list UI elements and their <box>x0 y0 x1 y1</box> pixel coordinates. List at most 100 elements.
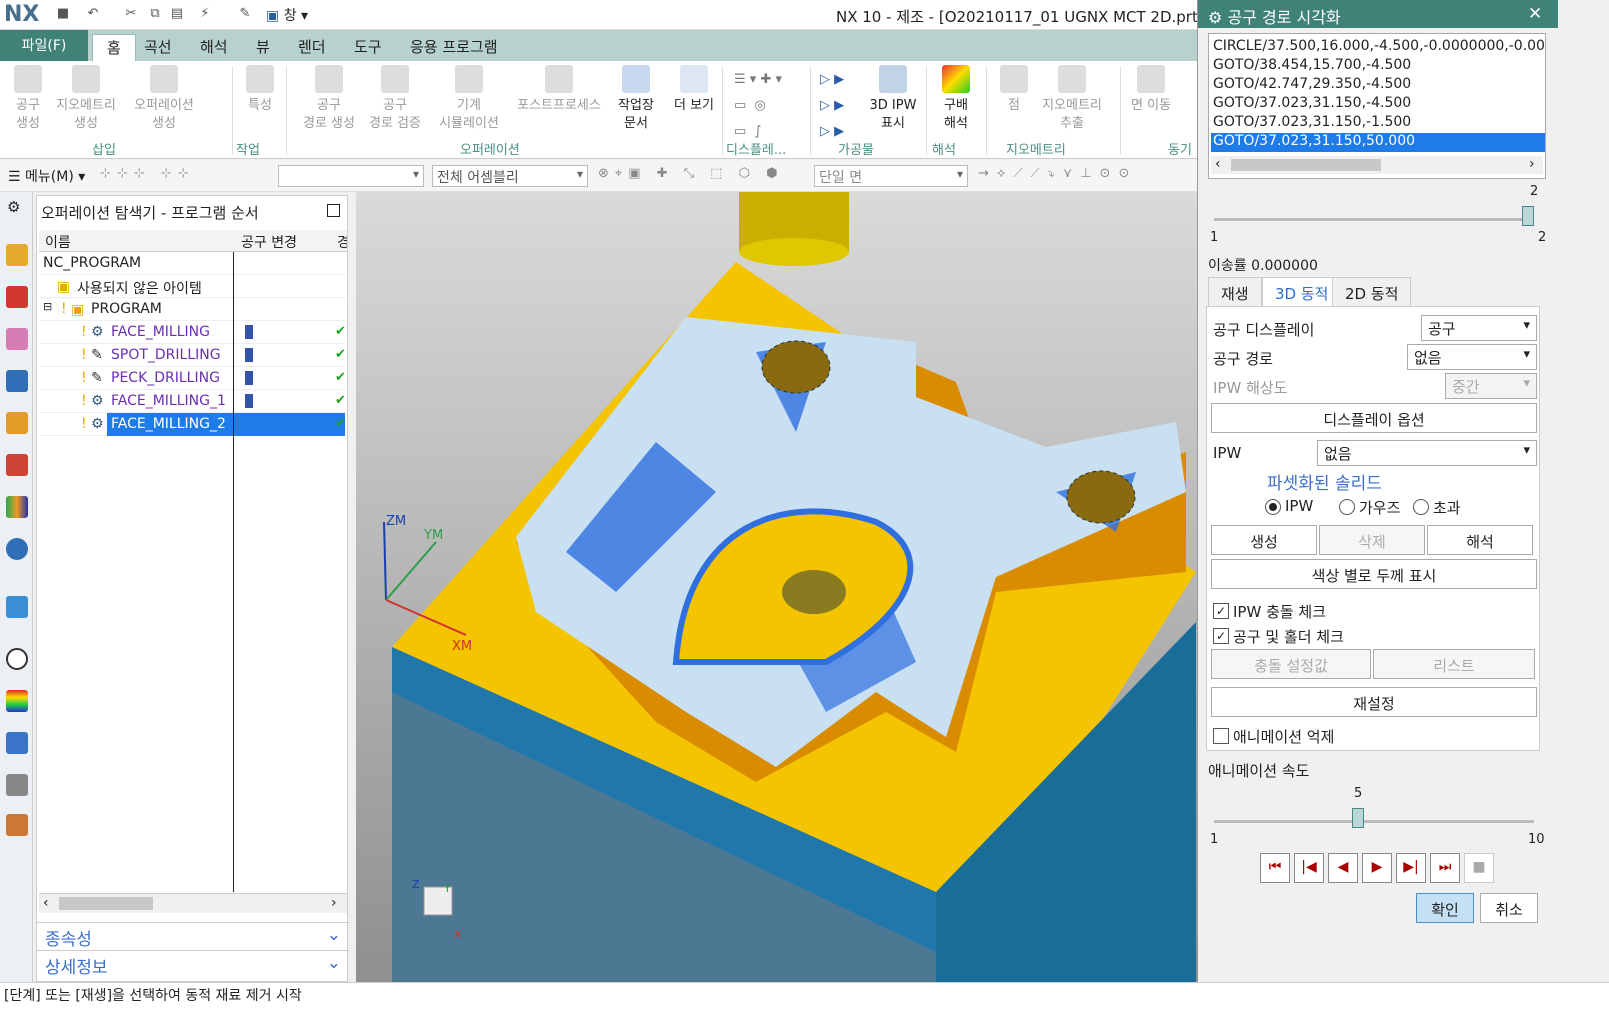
type-filter-dropdown[interactable] <box>278 165 424 187</box>
create-tool-button[interactable]: 공구 생성 <box>10 65 46 133</box>
step-back-icon[interactable]: |◀ <box>1294 853 1324 883</box>
col-more[interactable]: 경 <box>337 232 347 252</box>
part-navigator-icon[interactable] <box>6 412 28 434</box>
tab-view[interactable]: 뷰 <box>242 34 284 61</box>
close-icon[interactable]: ✕ <box>1528 4 1542 24</box>
tree-row-selected[interactable]: ! ⚙ FACE_MILLING_2 ✔ <box>39 413 346 436</box>
tab-3d-dynamic[interactable]: 3D 동적 <box>1262 277 1342 307</box>
delete-button[interactable]: 삭제 <box>1319 525 1425 555</box>
motion-slider-track[interactable] <box>1214 218 1534 221</box>
radio-ipw[interactable] <box>1265 499 1281 515</box>
roles-icon[interactable] <box>6 732 28 754</box>
tree-row[interactable]: NC_PROGRAM <box>39 252 345 275</box>
speed-slider-track[interactable] <box>1214 820 1534 823</box>
history-icon[interactable] <box>6 496 28 518</box>
extract-geometry-button[interactable]: 지오메트리 추출 <box>1036 65 1108 133</box>
scroll-right-icon[interactable]: › <box>1529 156 1535 172</box>
section-details[interactable]: 상세정보 ⌄ <box>37 950 349 978</box>
scroll-left-icon[interactable]: ‹ <box>43 895 49 911</box>
paste-icon[interactable]: ▤ <box>168 6 186 24</box>
history-clock-icon[interactable] <box>6 648 28 670</box>
manufacturing-wizard-icon[interactable] <box>6 814 28 836</box>
ipw-select[interactable]: 없음 <box>1317 440 1537 466</box>
tab-applications[interactable]: 응용 프로그램 <box>396 34 512 61</box>
display-options-button[interactable]: 디스플레이 옵션 <box>1211 403 1537 433</box>
create-operation-button[interactable]: 오퍼레이션 생성 <box>126 65 202 133</box>
maximize-icon[interactable] <box>327 204 340 217</box>
shop-documentation-button[interactable]: 작업장 문서 <box>612 65 660 133</box>
toolpath-listing[interactable]: CIRCLE/37.500,16.000,-4.500,-0.0000000,-… <box>1208 33 1546 179</box>
create-button[interactable]: 생성 <box>1211 525 1317 555</box>
postprocess-button[interactable]: 포스트프로세스 <box>510 65 608 115</box>
display-group-icons[interactable]: ☰ ▾ ✚ ▾ ▭ ◎ ▭ ∫ <box>734 67 804 139</box>
scroll-left-icon[interactable]: ‹ <box>1215 156 1221 172</box>
touch-mode-icon[interactable]: ✎ <box>236 6 254 24</box>
scroll-thumb[interactable] <box>1231 159 1381 171</box>
list-item[interactable]: GOTO/37.023,31.150,-4.500 <box>1211 95 1545 114</box>
tab-render[interactable]: 렌더 <box>284 34 340 61</box>
list-item[interactable]: GOTO/37.023,31.150,-1.500 <box>1211 114 1545 133</box>
properties-button[interactable]: 특성 <box>240 65 280 115</box>
fast-forward-icon[interactable]: ⏭ <box>1430 853 1460 883</box>
save-icon[interactable]: ■ <box>54 6 72 24</box>
list-item[interactable]: GOTO/38.454,15.700,-4.500 <box>1211 57 1545 76</box>
speed-slider-thumb[interactable] <box>1352 808 1364 828</box>
scroll-thumb[interactable] <box>59 897 153 910</box>
tab-curve[interactable]: 곡선 <box>130 34 186 61</box>
tool-path-select[interactable]: 없음 <box>1407 344 1537 370</box>
create-geometry-button[interactable]: 지오메트리 생성 <box>50 65 122 133</box>
col-tool-change[interactable]: 공구 변경 <box>241 232 297 252</box>
scroll-right-icon[interactable]: › <box>331 895 337 911</box>
machine-simulation-button[interactable]: 기계 시뮬레이션 <box>432 65 506 133</box>
tool-display-select[interactable]: 공구 <box>1421 315 1537 341</box>
graphics-viewport[interactable]: ZM YM XM Z Y X <box>356 192 1198 982</box>
machine-tool-view-icon[interactable] <box>6 244 28 266</box>
point-button[interactable]: 점 <box>996 65 1032 115</box>
copy-icon[interactable]: ⧉ <box>146 6 164 24</box>
thickness-by-color-button[interactable]: 색상 별로 두께 표시 <box>1211 559 1537 589</box>
ipw-resolution-select[interactable]: 중간 <box>1445 373 1537 399</box>
analyze-button[interactable]: 해석 <box>1427 525 1533 555</box>
step-forward-icon[interactable]: ▶| <box>1396 853 1426 883</box>
cancel-button[interactable]: 취소 <box>1480 893 1538 923</box>
tab-analysis[interactable]: 해석 <box>186 34 242 61</box>
face-rule-dropdown[interactable]: 단일 면 <box>814 165 968 187</box>
rewind-to-start-icon[interactable]: ⏮ <box>1260 853 1290 883</box>
collapse-icon[interactable]: ⊟ <box>43 300 52 313</box>
motion-slider-thumb[interactable] <box>1522 206 1534 226</box>
stop-icon[interactable]: ■ <box>1464 853 1494 883</box>
suppress-animation-checkbox[interactable] <box>1213 728 1229 744</box>
process-studio-icon[interactable] <box>6 596 28 618</box>
repeat-command-icon[interactable]: ⚡ <box>196 6 214 24</box>
tool-holder-checkbox[interactable]: ✓ <box>1213 628 1229 644</box>
cut-icon[interactable]: ✂ <box>122 6 140 24</box>
generate-toolpath-button[interactable]: 공구 경로 생성 <box>296 65 362 133</box>
tree-row[interactable]: ⊟! ▣ PROGRAM <box>39 298 345 321</box>
draft-analysis-button[interactable]: 구배 해석 <box>934 65 978 133</box>
list-item[interactable]: CIRCLE/37.500,16.000,-4.500,-0.0000000,-… <box>1211 38 1545 57</box>
col-name[interactable]: 이름 <box>45 232 71 252</box>
section-dependencies[interactable]: 종속성 ⌄ <box>37 922 349 950</box>
tab-replay[interactable]: 재생 <box>1208 277 1262 307</box>
snap-tools-icons[interactable]: ⊗⌖▣ ✚ ⤡ ⬚ ⬡ ⬢ <box>598 166 783 181</box>
radio-excess[interactable] <box>1413 499 1429 515</box>
workpiece-icons[interactable]: ▷ ▶ ▷ ▶ ▷ ▶ <box>820 67 866 139</box>
method-view-icon[interactable] <box>6 328 28 350</box>
collision-settings-button[interactable]: 충돌 설정값 <box>1211 649 1371 679</box>
list-item-selected[interactable]: GOTO/37.023,31.150,50.000 <box>1211 133 1545 152</box>
geometry-view-icon[interactable] <box>6 286 28 308</box>
window-menu[interactable]: ▣ 창 ▾ <box>266 5 308 25</box>
reset-button[interactable]: 재설정 <box>1211 687 1537 717</box>
list-button[interactable]: 리스트 <box>1373 649 1535 679</box>
menu-button[interactable]: ☰ 메뉴(M) ▾ <box>8 166 85 186</box>
tab-tools[interactable]: 도구 <box>340 34 396 61</box>
tab-file[interactable]: 파일(F) <box>0 30 88 61</box>
move-face-button[interactable]: 면 이동 <box>1126 65 1176 115</box>
tree-row[interactable]: ▣ 사용되지 않은 아이템 <box>39 275 345 298</box>
tree-row[interactable]: ! ⚙ FACE_MILLING_1 ✔ <box>39 390 346 413</box>
palette-icon[interactable] <box>6 690 28 712</box>
tree-row[interactable]: ! ✎ SPOT_DRILLING ✔ <box>39 344 346 367</box>
settings-gear-icon[interactable]: ⚙ <box>7 198 20 216</box>
list-scrollbar[interactable]: ‹ › <box>1211 156 1543 174</box>
list-item[interactable]: GOTO/42.747,29.350,-4.500 <box>1211 76 1545 95</box>
